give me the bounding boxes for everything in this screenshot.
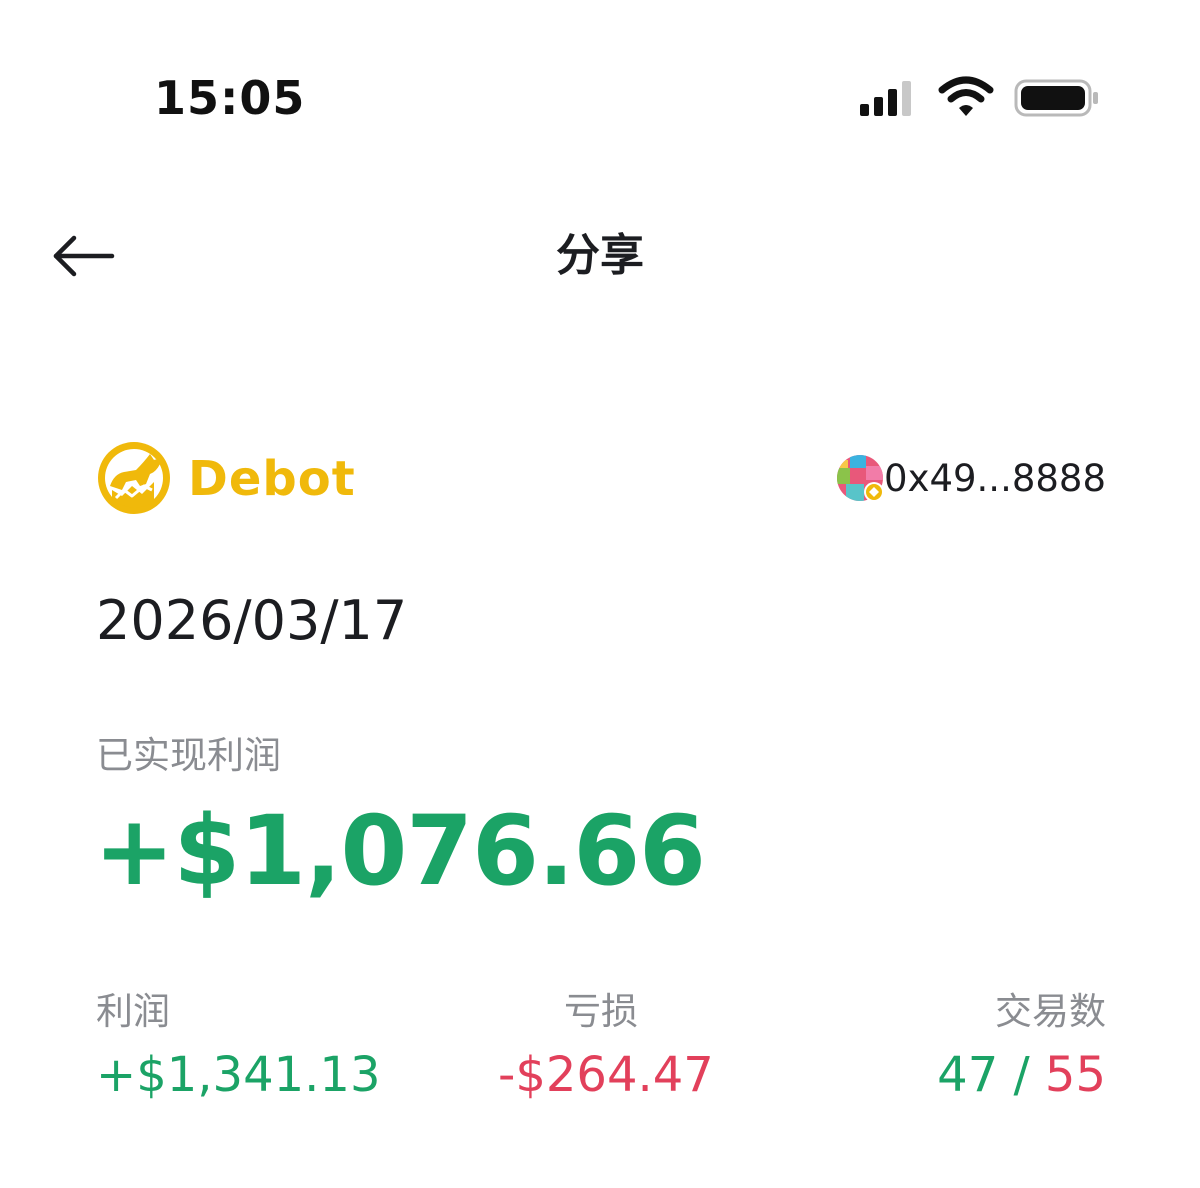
realized-profit-label: 已实现利润 bbox=[96, 734, 281, 777]
status-bar: 15:05 bbox=[0, 0, 1200, 190]
brand-row: Debot 0x49...8888 bbox=[96, 438, 1106, 522]
wallet-address: 0x49...8888 bbox=[884, 457, 1106, 500]
realized-profit-value: +$1,076.66 bbox=[94, 795, 706, 907]
trades-total: 55 bbox=[1044, 1047, 1106, 1103]
trades-value: 47 / 55 bbox=[937, 1044, 1106, 1106]
trades-separator: / bbox=[998, 1047, 1045, 1103]
loss-label: 亏损 bbox=[564, 990, 638, 1033]
header-bar: 分享 bbox=[0, 200, 1200, 310]
brand-name: Debot bbox=[188, 451, 356, 507]
debot-logo-icon bbox=[98, 442, 170, 514]
battery-icon bbox=[1014, 79, 1098, 117]
report-date: 2026/03/17 bbox=[96, 589, 408, 652]
trades-label: 交易数 bbox=[995, 990, 1106, 1033]
cellular-signal-icon bbox=[860, 81, 911, 116]
loss-value: -$264.47 bbox=[498, 1047, 714, 1103]
wifi-icon bbox=[938, 76, 994, 116]
status-time: 15:05 bbox=[154, 71, 306, 125]
profit-value: +$1,341.13 bbox=[96, 1047, 381, 1103]
trades-wins: 47 bbox=[937, 1047, 999, 1103]
profit-label: 利润 bbox=[96, 990, 170, 1033]
stats-row: 利润 +$1,341.13 亏损 -$264.47 交易数 47 / 55 bbox=[96, 986, 1106, 1116]
page-title: 分享 bbox=[556, 230, 644, 281]
status-icons bbox=[856, 76, 1106, 120]
wallet-avatar-icon bbox=[837, 455, 884, 502]
